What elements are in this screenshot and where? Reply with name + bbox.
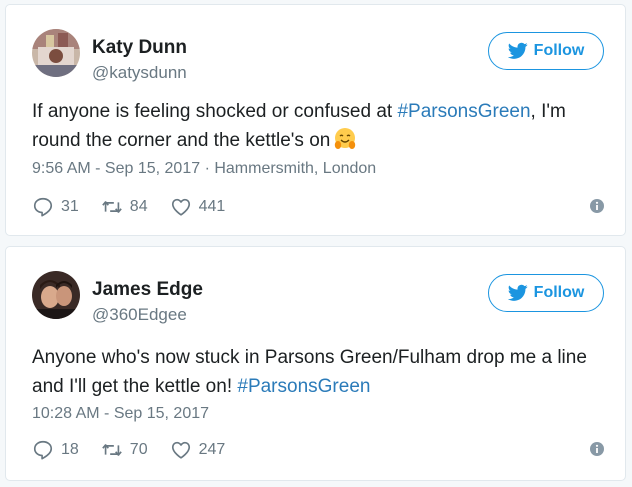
like-button[interactable]: 247 [170, 439, 226, 461]
timestamp-link[interactable]: 10:28 AM - Sep 15, 2017 [32, 405, 209, 422]
avatar[interactable] [32, 29, 80, 77]
retweet-button[interactable]: 84 [101, 196, 148, 218]
follow-button[interactable]: Follow [488, 32, 604, 70]
location-link[interactable]: Hammersmith, London [214, 160, 376, 177]
twitter-bird-icon [507, 284, 528, 301]
avatar-photo [32, 29, 80, 77]
meta-separator: · [200, 160, 215, 177]
follow-label: Follow [533, 284, 585, 301]
tweet-text: If anyone is feeling shocked or confused… [32, 97, 607, 155]
display-name[interactable]: James Edge [92, 279, 203, 301]
avatar[interactable] [32, 271, 80, 319]
tweet-meta: 9:56 AM - Sep 15, 2017 · Hammersmith, Lo… [32, 160, 376, 178]
like-count: 247 [198, 441, 226, 458]
like-heart-icon [171, 441, 190, 459]
twitter-bird-icon [507, 42, 528, 59]
info-icon[interactable] [590, 442, 604, 456]
user-handle[interactable]: @katysdunn [92, 63, 187, 83]
retweet-button[interactable]: 70 [101, 439, 148, 461]
hashtag-link[interactable]: #ParsonsGreen [237, 376, 370, 397]
reply-count: 31 [61, 198, 79, 215]
tweet-actions: 31 84 441 [32, 195, 604, 219]
like-button[interactable]: 441 [170, 196, 226, 218]
retweet-icon [102, 444, 122, 456]
tweet-meta: 10:28 AM - Sep 15, 2017 [32, 405, 209, 423]
reply-button[interactable]: 18 [32, 439, 79, 461]
tweet-card[interactable]: Katy Dunn @katysdunn Follow If anyone is… [5, 4, 626, 236]
hashtag-link[interactable]: #ParsonsGreen [397, 101, 530, 122]
display-name[interactable]: Katy Dunn [92, 37, 187, 59]
like-heart-icon [171, 198, 190, 216]
like-count: 441 [198, 198, 226, 215]
avatar-photo [32, 271, 80, 319]
reply-count: 18 [61, 441, 79, 458]
follow-label: Follow [533, 42, 585, 59]
hugging-face-emoji [333, 127, 357, 151]
retweet-icon [102, 201, 122, 213]
tweet-card[interactable]: James Edge @360Edgee Follow Anyone who's… [5, 246, 626, 481]
retweet-count: 70 [129, 441, 148, 458]
tweet-text-start: If anyone is feeling shocked or confused… [32, 101, 398, 122]
tweet-actions: 18 70 247 [32, 438, 604, 462]
reply-icon [33, 197, 53, 217]
timestamp-link[interactable]: 9:56 AM - Sep 15, 2017 [32, 160, 200, 177]
reply-icon [33, 440, 53, 460]
user-handle[interactable]: @360Edgee [92, 305, 187, 325]
retweet-count: 84 [129, 198, 148, 215]
tweet-text: Anyone who's now stuck in Parsons Green/… [32, 343, 607, 401]
reply-button[interactable]: 31 [32, 196, 79, 218]
info-icon[interactable] [590, 199, 604, 213]
follow-button[interactable]: Follow [488, 274, 604, 312]
